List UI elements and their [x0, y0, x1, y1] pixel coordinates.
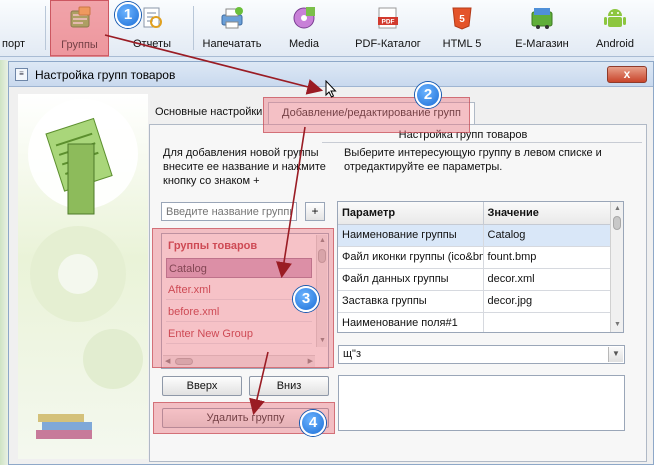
step-badge: 4	[300, 410, 326, 436]
step-badge: 3	[293, 286, 319, 312]
step-badge: 1	[115, 2, 141, 28]
mouse-cursor-icon	[325, 80, 337, 98]
step-badge: 2	[415, 82, 441, 108]
annotation-arrows	[104, 34, 324, 416]
